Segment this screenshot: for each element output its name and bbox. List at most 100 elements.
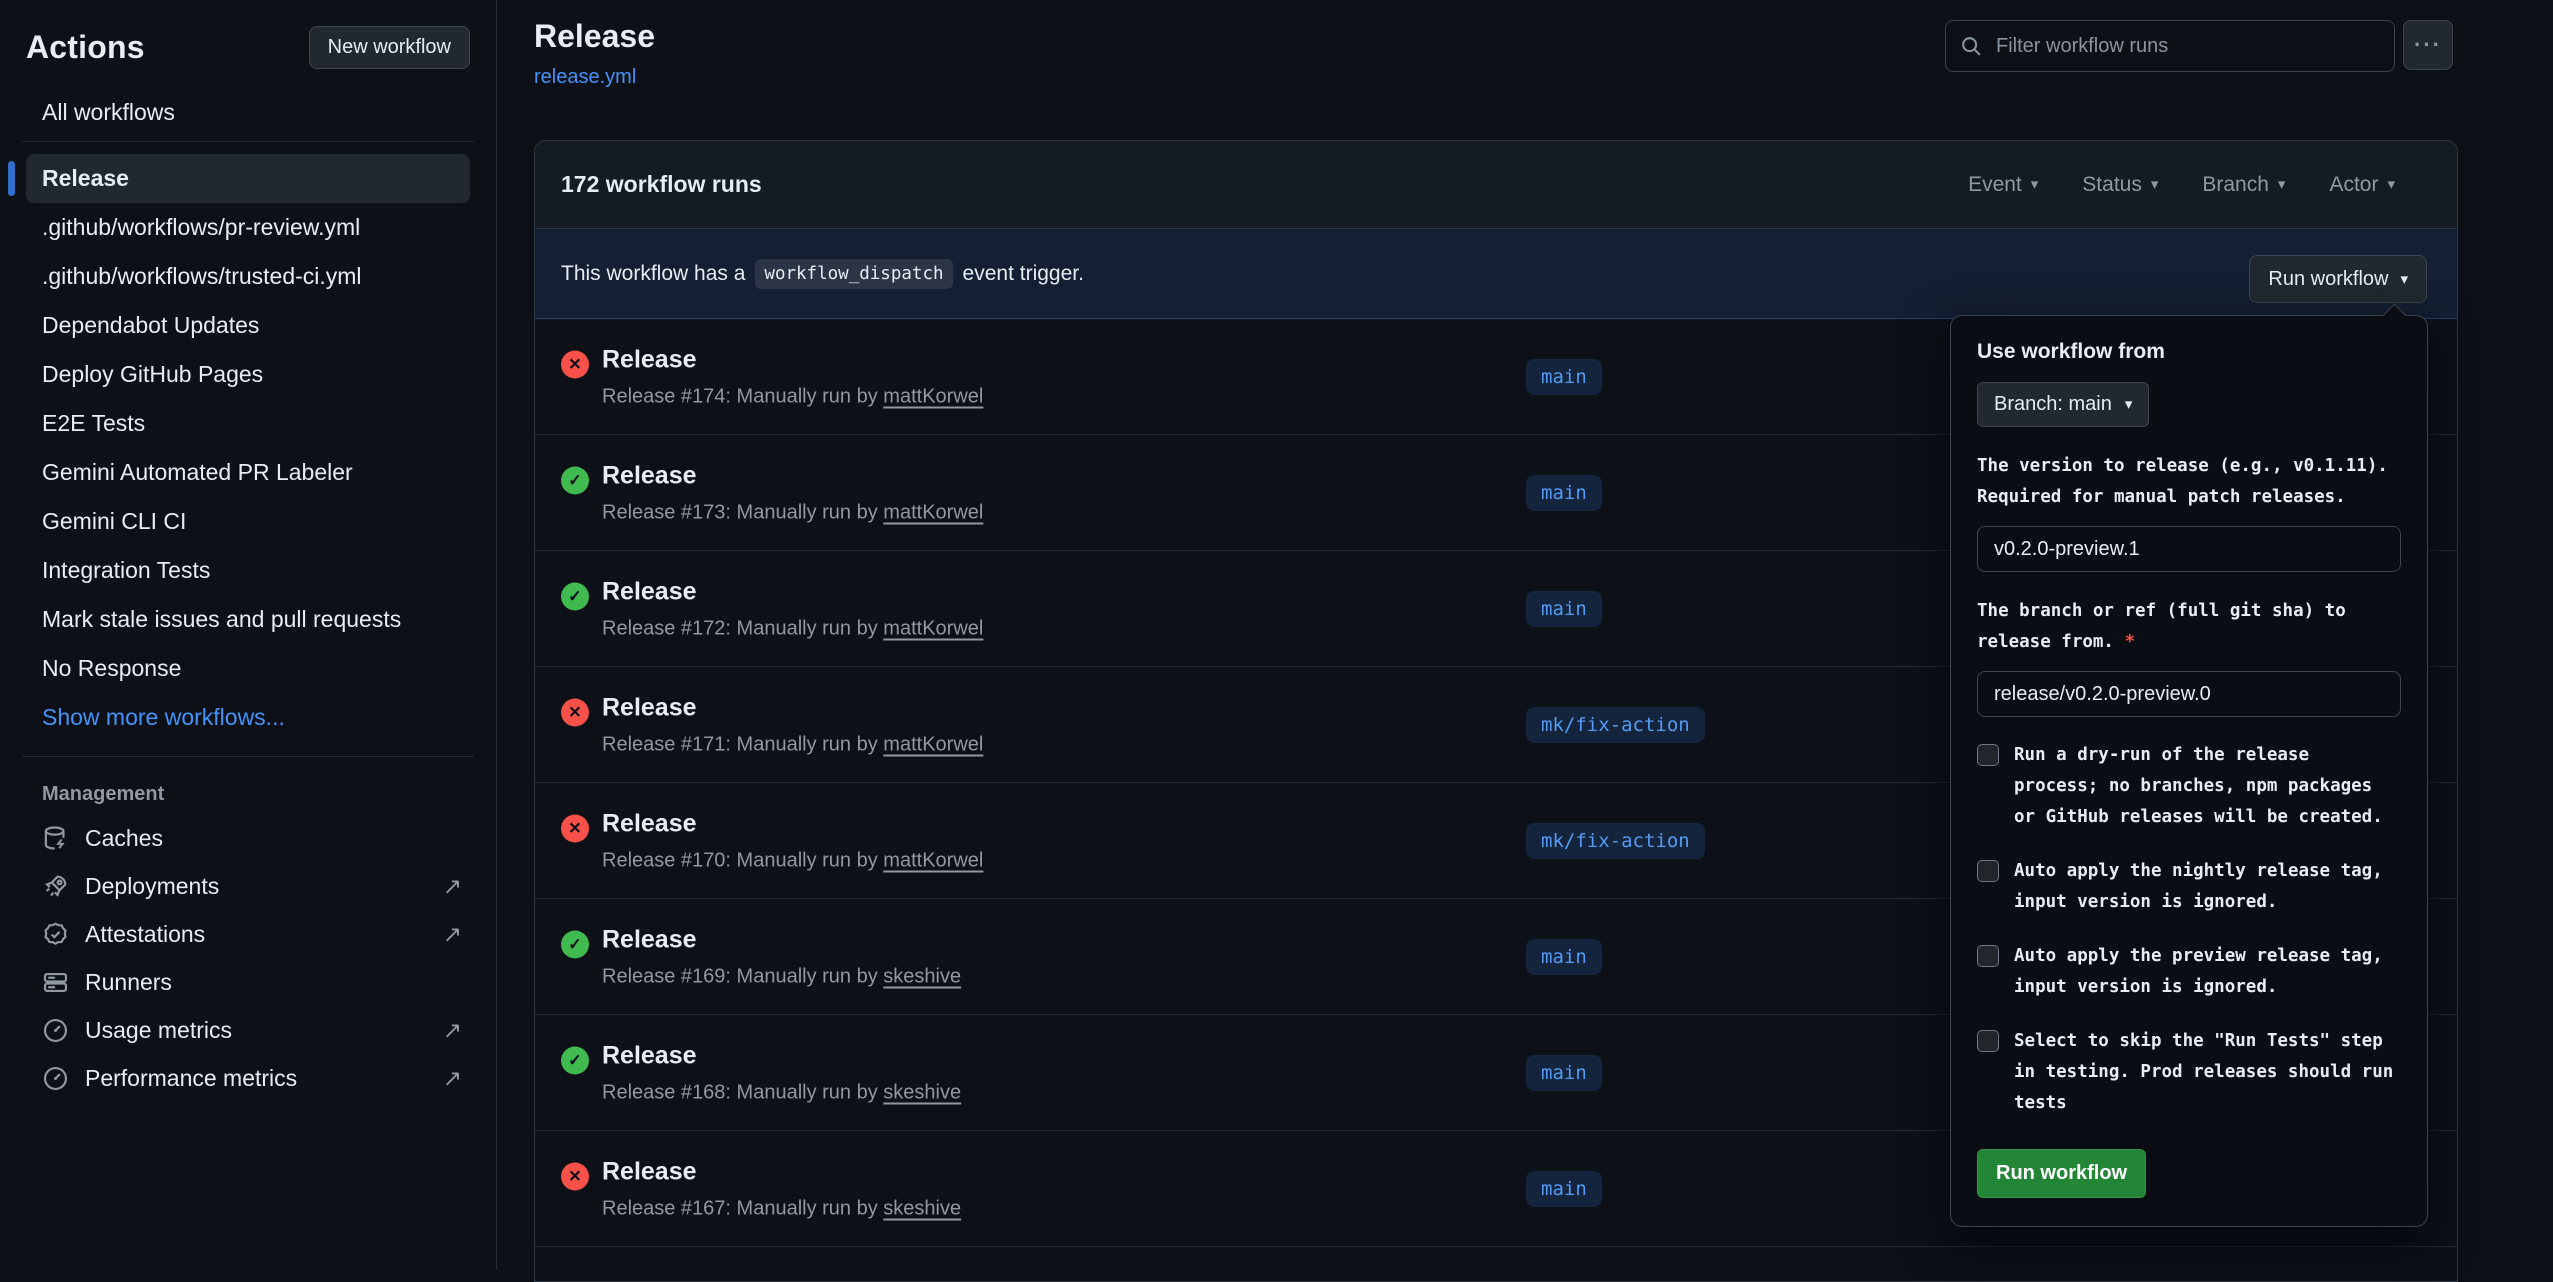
run-actor-link[interactable]: skeshive	[883, 965, 961, 987]
run-actor-link[interactable]: mattKorwel	[883, 385, 983, 407]
run-actor-link[interactable]: mattKorwel	[883, 617, 983, 639]
version-input[interactable]	[1977, 526, 2401, 572]
sidebar-management-label: Deployments	[85, 873, 219, 900]
checkbox-label: Run a dry-run of the release process; no…	[2014, 740, 2401, 833]
run-title-link[interactable]: Release	[602, 345, 983, 374]
workflow-dispatch-banner: This workflow has a workflow_dispatch ev…	[535, 229, 2457, 319]
sidebar-workflow-label: Mark stale issues and pull requests	[42, 606, 401, 633]
verified-icon	[42, 921, 69, 948]
branch-badge[interactable]: main	[1526, 1055, 1602, 1091]
sidebar-workflow-item[interactable]: .github/workflows/pr-review.yml	[26, 203, 470, 252]
sidebar-workflow-item[interactable]: Release	[26, 154, 470, 203]
checkbox[interactable]	[1977, 860, 1999, 882]
checkbox-label: Auto apply the preview release tag, inpu…	[2014, 941, 2401, 1003]
run-actor-link[interactable]: mattKorwel	[883, 501, 983, 523]
rocket-icon	[42, 873, 69, 900]
panel-checkbox-row: Auto apply the nightly release tag, inpu…	[1977, 856, 2401, 918]
sidebar-workflow-item[interactable]: Deploy GitHub Pages	[26, 350, 470, 399]
branch-badge[interactable]: mk/fix-action	[1526, 823, 1705, 859]
filter-workflow-runs-input[interactable]	[1994, 34, 2380, 59]
chevron-down-icon: ▾	[2278, 177, 2286, 192]
run-workflow-submit-button[interactable]: Run workflow	[1977, 1149, 2146, 1198]
sidebar-management-item[interactable]: Performance metrics ↗	[26, 1054, 470, 1102]
run-title-link[interactable]: Release	[602, 1157, 961, 1186]
sidebar-management-label: Usage metrics	[85, 1017, 232, 1044]
run-title-link[interactable]: Release	[602, 693, 983, 722]
branch-badge[interactable]: main	[1526, 1171, 1602, 1207]
branch-badge[interactable]: main	[1526, 591, 1602, 627]
sidebar-workflow-label: Release	[42, 165, 129, 192]
branch-badge[interactable]: main	[1526, 939, 1602, 975]
sidebar-workflow-item[interactable]: Gemini CLI CI	[26, 497, 470, 546]
sidebar-divider	[22, 756, 474, 757]
meter-icon	[42, 1017, 69, 1044]
branch-badge[interactable]: main	[1526, 359, 1602, 395]
run-workflow-dropdown-button[interactable]: Run workflow ▾	[2249, 255, 2427, 303]
version-field-description: The version to release (e.g., v0.1.11). …	[1977, 451, 2401, 513]
sidebar-workflow-item[interactable]: Gemini Automated PR Labeler	[26, 448, 470, 497]
sidebar-workflow-item[interactable]: E2E Tests	[26, 399, 470, 448]
sidebar-item-all-workflows[interactable]: All workflows	[26, 97, 470, 127]
required-asterisk: *	[2125, 632, 2136, 652]
status-failure-icon: ✕	[561, 698, 589, 726]
sidebar-workflow-item[interactable]: .github/workflows/trusted-ci.yml	[26, 252, 470, 301]
run-actor-link[interactable]: mattKorwel	[883, 733, 983, 755]
sidebar-management-item[interactable]: Usage metrics ↗	[26, 1006, 470, 1054]
status-success-icon: ✓	[561, 466, 589, 494]
new-workflow-button[interactable]: New workflow	[309, 26, 470, 69]
run-actor-link[interactable]: skeshive	[883, 1197, 961, 1219]
run-subtitle: Release #168: Manually run by skeshive	[602, 1081, 961, 1104]
workflow-file-link[interactable]: release.yml	[534, 66, 636, 89]
sidebar-workflow-item[interactable]: Mark stale issues and pull requests	[26, 595, 470, 644]
run-actor-link[interactable]: skeshive	[883, 1081, 961, 1103]
run-subtitle: Release #167: Manually run by skeshive	[602, 1197, 961, 1220]
checkbox[interactable]	[1977, 744, 1999, 766]
filter-event-dropdown[interactable]: Event ▾	[1968, 173, 2038, 197]
page-title: Release	[534, 18, 655, 55]
sidebar-workflow-label: Show more workflows...	[42, 704, 285, 731]
ref-field-description: The branch or ref (full git sha) to rele…	[1977, 596, 2401, 658]
sidebar-management-label: Runners	[85, 969, 172, 996]
sidebar-management-item[interactable]: Attestations ↗	[26, 910, 470, 958]
ref-input[interactable]	[1977, 671, 2401, 717]
run-subtitle: Release #173: Manually run by mattKorwel	[602, 501, 983, 524]
filter-actor-dropdown[interactable]: Actor ▾	[2329, 173, 2395, 197]
run-title-link[interactable]: Release	[602, 577, 983, 606]
checkbox[interactable]	[1977, 945, 1999, 967]
filter-status-dropdown[interactable]: Status ▾	[2082, 173, 2158, 197]
chevron-down-icon: ▾	[2151, 177, 2159, 192]
filter-workflow-runs-box[interactable]	[1945, 20, 2395, 72]
actions-sidebar: Actions New workflow All workflows Relea…	[0, 0, 497, 1270]
run-title-link[interactable]: Release	[602, 925, 961, 954]
sidebar-management-item[interactable]: Deployments ↗	[26, 862, 470, 910]
sidebar-workflow-item[interactable]: Dependabot Updates	[26, 301, 470, 350]
sidebar-workflow-item[interactable]: Integration Tests	[26, 546, 470, 595]
sidebar-workflow-label: .github/workflows/trusted-ci.yml	[42, 263, 362, 290]
run-subtitle: Release #170: Manually run by mattKorwel	[602, 849, 983, 872]
run-title-link[interactable]: Release	[602, 809, 983, 838]
checkbox-label: Auto apply the nightly release tag, inpu…	[2014, 856, 2401, 918]
external-link-icon: ↗	[443, 921, 462, 948]
run-actor-link[interactable]: mattKorwel	[883, 849, 983, 871]
management-section-label: Management	[26, 783, 470, 806]
run-subtitle: Release #171: Manually run by mattKorwel	[602, 733, 983, 756]
server-icon	[42, 969, 69, 996]
branch-select-button[interactable]: Branch: main ▾	[1977, 382, 2149, 427]
branch-badge[interactable]: mk/fix-action	[1526, 707, 1705, 743]
workflow-options-kebab-button[interactable]: ···	[2403, 20, 2453, 70]
banner-text: event trigger.	[963, 262, 1084, 286]
run-title-link[interactable]: Release	[602, 461, 983, 490]
checkbox[interactable]	[1977, 1030, 1999, 1052]
sidebar-workflow-label: E2E Tests	[42, 410, 145, 437]
sidebar-workflow-label: No Response	[42, 655, 181, 682]
filter-branch-dropdown[interactable]: Branch ▾	[2202, 173, 2285, 197]
banner-code-chip: workflow_dispatch	[755, 259, 952, 289]
sidebar-workflow-item[interactable]: No Response	[26, 644, 470, 693]
sidebar-workflow-item[interactable]: Show more workflows...	[26, 693, 470, 742]
sidebar-management-item[interactable]: Caches	[26, 814, 470, 862]
sidebar-management-item[interactable]: Runners	[26, 958, 470, 1006]
run-title-link[interactable]: Release	[602, 1041, 961, 1070]
run-subtitle: Release #174: Manually run by mattKorwel	[602, 385, 983, 408]
chevron-down-icon: ▾	[2031, 177, 2039, 192]
branch-badge[interactable]: main	[1526, 475, 1602, 511]
